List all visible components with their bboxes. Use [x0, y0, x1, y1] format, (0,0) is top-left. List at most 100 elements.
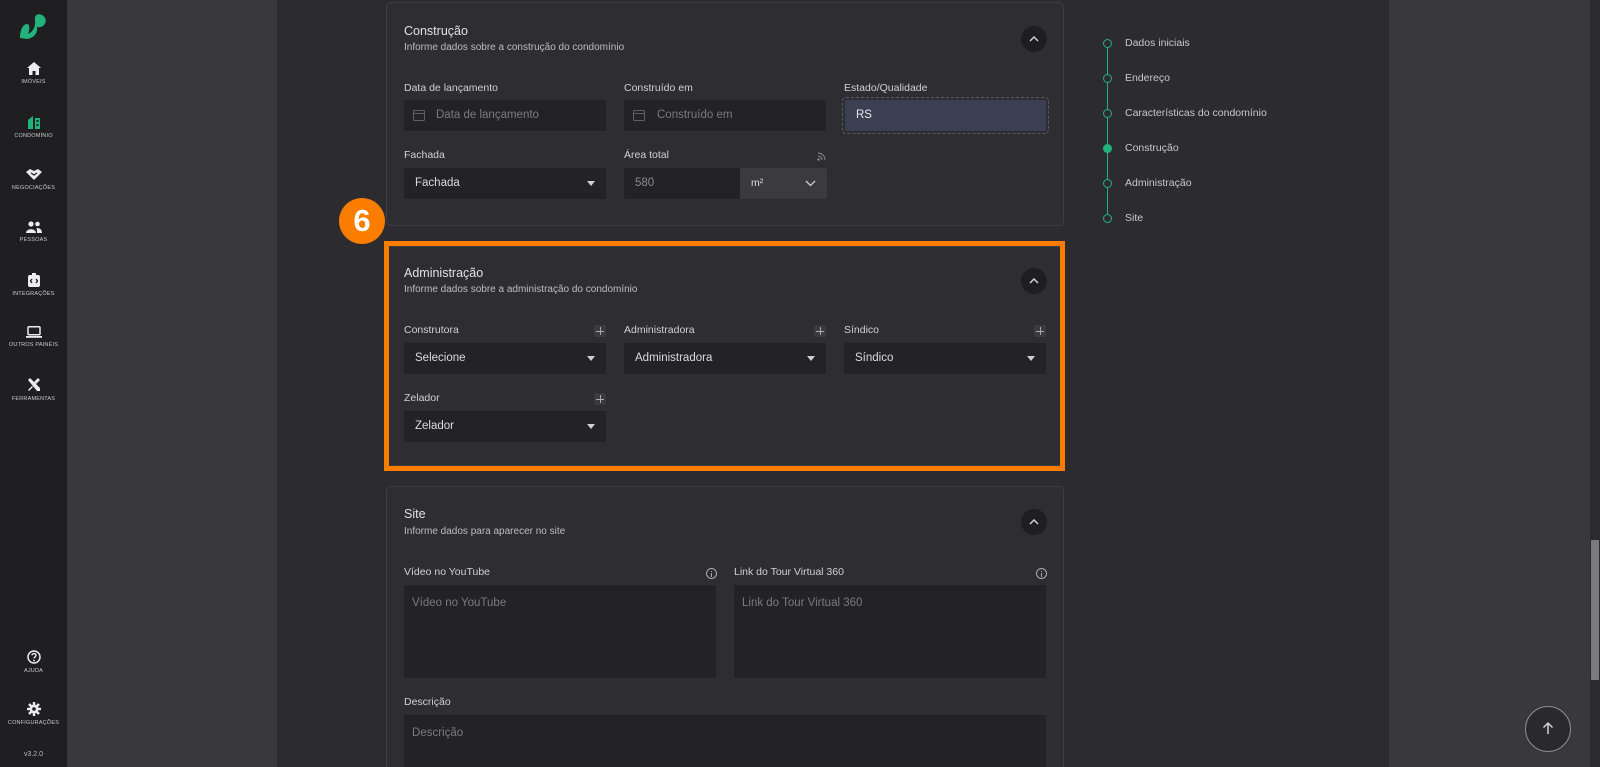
card-title: Administração — [404, 266, 484, 280]
add-administradora-button[interactable] — [814, 325, 826, 337]
people-icon — [25, 221, 42, 233]
add-sindico-button[interactable] — [1034, 325, 1046, 337]
zelador-select[interactable]: Zelador — [404, 411, 606, 442]
sidebar-item-condominio[interactable]: Condomínio — [0, 115, 67, 165]
sidebar-item-label: Pessoas — [19, 237, 48, 243]
stepper-label: Endereço — [1125, 72, 1170, 84]
select-value: Administradora — [635, 352, 713, 364]
handshake-icon — [25, 169, 42, 180]
area-total-label: Área total — [624, 149, 669, 161]
stepper-label: Características do condomínio — [1125, 107, 1267, 119]
app-version: v3.2.0 — [23, 751, 44, 758]
help-icon — [26, 650, 41, 664]
scroll-to-top-button[interactable] — [1525, 706, 1571, 752]
info-icon[interactable] — [706, 568, 717, 579]
textarea-placeholder: Descrição — [412, 727, 464, 739]
sidebar-item-label: Configurações — [7, 720, 60, 726]
collapse-button[interactable] — [1021, 268, 1047, 294]
chevron-up-icon — [1029, 277, 1039, 284]
home-icon — [26, 62, 41, 75]
textarea-placeholder: Link do Tour Virtual 360 — [742, 597, 863, 609]
collapse-button[interactable] — [1021, 26, 1047, 52]
sindico-select[interactable]: Síndico — [844, 343, 1046, 374]
administradora-select[interactable]: Administradora — [624, 343, 826, 374]
stepper-item-site[interactable]: Site — [1103, 209, 1303, 229]
card-title: Construção — [404, 24, 468, 38]
sidebar-item-configuracoes[interactable]: Configurações — [0, 702, 67, 752]
integration-icon — [27, 273, 40, 287]
stepper-item-caracteristicas[interactable]: Características do condomínio — [1103, 104, 1303, 124]
select-value: Selecione — [415, 352, 466, 364]
stepper-label: Administração — [1125, 177, 1192, 189]
administradora-label: Administradora — [624, 324, 695, 336]
sidebar-item-label: Integrações — [12, 291, 55, 297]
zelador-label: Zelador — [404, 392, 440, 404]
youtube-label: Vídeo no YouTube — [404, 566, 491, 578]
calendar-icon — [633, 110, 645, 121]
sidebar-item-pessoas[interactable]: Pessoas — [0, 221, 67, 271]
stepper-item-endereco[interactable]: Endereço — [1103, 69, 1303, 89]
chevron-up-icon — [1029, 518, 1039, 525]
add-construtora-button[interactable] — [594, 325, 606, 337]
construido-em-input[interactable]: Construído em — [624, 100, 826, 131]
construtora-label: Construtora — [404, 324, 459, 336]
tour-virtual-label: Link do Tour Virtual 360 — [734, 566, 844, 578]
select-value: Zelador — [415, 420, 454, 432]
page-scrollbar[interactable] — [1590, 0, 1600, 767]
tools-icon — [27, 378, 40, 391]
collapse-button[interactable] — [1021, 509, 1047, 535]
sidebar-item-outros-paineis[interactable]: Outros Painéis — [0, 326, 67, 376]
unit-value: m² — [751, 177, 764, 189]
sidebar-item-imoveis[interactable]: Imóveis — [0, 62, 67, 112]
sidebar-item-label: Outros Painéis — [8, 342, 59, 348]
card-title: Site — [404, 507, 426, 521]
sidebar-item-label: Ajuda — [23, 668, 44, 674]
card-subtitle: Informe dados sobre a construção do cond… — [404, 42, 625, 53]
stepper-item-administracao[interactable]: Administração — [1103, 174, 1303, 194]
data-lancamento-input[interactable]: Data de lançamento — [404, 100, 606, 131]
stepper-label: Dados iniciais — [1125, 37, 1190, 49]
sidebar-item-ferramentas[interactable]: Ferramentas — [0, 378, 67, 428]
info-icon[interactable] — [1036, 568, 1047, 579]
chevron-up-icon — [1029, 35, 1039, 42]
sidebar-item-label: Ferramentas — [11, 396, 56, 402]
logo-icon[interactable] — [17, 12, 49, 40]
select-value: Síndico — [855, 352, 894, 364]
tour-virtual-textarea[interactable]: Link do Tour Virtual 360 — [734, 585, 1046, 678]
area-total-input[interactable]: 580 — [624, 168, 740, 199]
area-unit-select[interactable]: m² — [740, 168, 827, 199]
fachada-select[interactable]: Fachada — [404, 168, 606, 199]
estado-qualidade-input[interactable]: RS — [845, 100, 1046, 131]
sidebar-item-negociacoes[interactable]: Negociações — [0, 168, 67, 218]
administracao-card: Administração Informe dados sobre a admi… — [386, 246, 1064, 466]
scrollbar-thumb[interactable] — [1591, 540, 1599, 680]
construido-em-label: Construído em — [624, 82, 693, 94]
chevron-down-icon — [805, 180, 816, 187]
calendar-icon — [413, 110, 425, 121]
stepper-item-construcao[interactable]: Construção — [1103, 139, 1303, 159]
construtora-select[interactable]: Selecione — [404, 343, 606, 374]
descricao-textarea[interactable]: Descrição — [404, 715, 1046, 767]
caret-down-icon — [1027, 356, 1035, 361]
building-icon — [27, 116, 40, 129]
stepper-label: Construção — [1125, 142, 1179, 154]
youtube-textarea[interactable]: Vídeo no YouTube — [404, 585, 716, 678]
card-subtitle: Informe dados para aparecer no site — [404, 526, 566, 537]
caret-down-icon — [587, 181, 595, 186]
descricao-label: Descrição — [404, 696, 451, 708]
card-subtitle: Informe dados sobre a administração do c… — [404, 284, 638, 295]
sidebar-item-integracoes[interactable]: Integrações — [0, 273, 67, 323]
sidebar-item-label: Imóveis — [21, 79, 46, 85]
caret-down-icon — [807, 356, 815, 361]
sidebar: Imóveis Condomínio Negociações Pessoas I… — [0, 0, 67, 767]
stepper-item-dados-iniciais[interactable]: Dados iniciais — [1103, 34, 1303, 54]
stepper-label: Site — [1125, 212, 1144, 224]
sidebar-item-ajuda[interactable]: Ajuda — [0, 650, 67, 700]
estado-qualidade-label: Estado/Qualidade — [844, 82, 928, 94]
construcao-card: Construção Informe dados sobre a constru… — [386, 2, 1064, 226]
add-zelador-button[interactable] — [594, 393, 606, 405]
select-value: Fachada — [415, 177, 460, 189]
caret-down-icon — [587, 424, 595, 429]
sidebar-item-label: Negociações — [11, 185, 56, 191]
fachada-label: Fachada — [404, 149, 445, 161]
